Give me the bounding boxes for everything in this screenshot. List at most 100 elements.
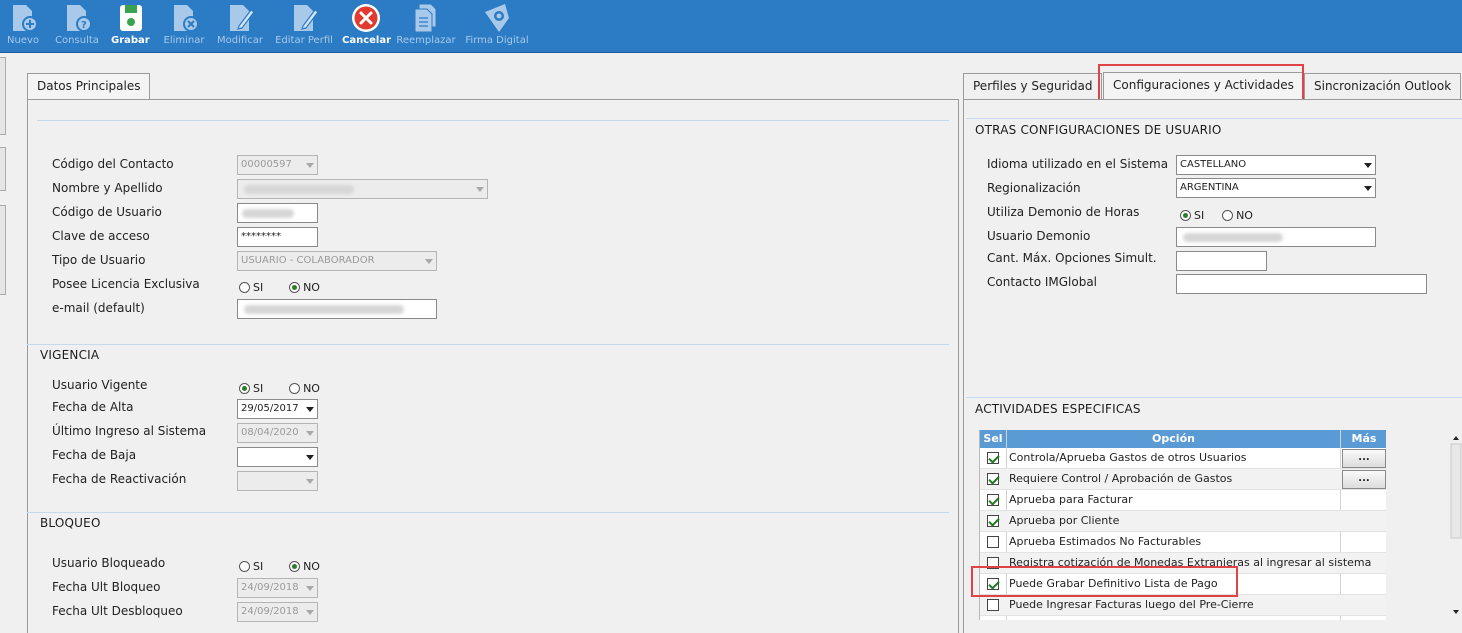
tab-perfiles-seguridad-label: Perfiles y Seguridad xyxy=(973,79,1093,93)
licencia-si-radio[interactable]: SI xyxy=(239,280,263,294)
codigo-contacto-label: Código del Contacto xyxy=(52,157,174,171)
table-row[interactable]: Requiere Control / Aprobación de Gastos.… xyxy=(980,469,1386,490)
email-label: e-mail (default) xyxy=(52,301,145,315)
reemplazar-button[interactable]: Reemplazar xyxy=(396,0,456,53)
editar-perfil-button[interactable]: Editar Perfil xyxy=(272,0,336,53)
usuario-demonio-input[interactable] xyxy=(1176,227,1376,247)
fecha-alta-label: Fecha de Alta xyxy=(52,400,134,414)
highlight-row-box xyxy=(971,566,1238,597)
chevron-down-icon xyxy=(306,586,314,591)
row-option-label: Puede Ingresar Facturas luego del Pre-Ci… xyxy=(1009,598,1254,611)
licencia-exclusiva-radio-group: SI NO xyxy=(239,279,342,294)
bloqueado-no-radio[interactable]: NO xyxy=(289,559,320,573)
nombre-apellido-select[interactable] xyxy=(237,179,488,199)
cant-max-opciones-input[interactable] xyxy=(1176,251,1267,271)
fecha-ult-desbloqueo-date[interactable]: 24/09/2018 xyxy=(237,602,318,622)
table-row[interactable]: Aprueba Estimados No Facturables xyxy=(980,532,1386,553)
regionalizacion-select[interactable]: ARGENTINA xyxy=(1176,178,1376,198)
fecha-ult-desbloqueo-label: Fecha Ult Desbloqueo xyxy=(52,604,183,618)
tab-datos-principales[interactable]: Datos Principales xyxy=(27,73,151,100)
cancelar-button[interactable]: Cancelar xyxy=(342,0,391,53)
nuevo-button[interactable]: Nuevo xyxy=(4,0,42,53)
ultimo-ingreso-value: 08/04/2020 xyxy=(241,427,299,438)
divider-bloqueo xyxy=(27,512,949,513)
idioma-select[interactable]: CASTELLANO xyxy=(1176,155,1376,175)
table-row[interactable]: Puede Ingresar Facturas luego del Pre-Ci… xyxy=(980,595,1386,616)
row-option-label: Requiere Control / Aprobación de Gastos xyxy=(1009,472,1233,485)
query-doc-icon: ? xyxy=(67,5,92,32)
row-more-button[interactable]: ... xyxy=(1342,470,1386,489)
replace-docs-icon xyxy=(414,3,437,33)
tab-perfiles-seguridad[interactable]: Perfiles y Seguridad xyxy=(963,73,1103,99)
fecha-ult-bloqueo-date[interactable]: 24/09/2018 xyxy=(237,578,318,598)
blurred-value xyxy=(244,185,354,194)
fecha-ult-desbloqueo-value: 24/09/2018 xyxy=(241,606,299,617)
grabar-label: Grabar xyxy=(111,35,150,46)
col-mas-header[interactable]: Más xyxy=(1341,430,1386,448)
row-option-label: Aprueba Estimados No Facturables xyxy=(1009,535,1202,548)
vigente-si-radio[interactable]: SI xyxy=(239,381,263,395)
licencia-no-radio[interactable]: NO xyxy=(289,280,320,294)
tab-sincronizacion-outlook[interactable]: Sincronización Outlook xyxy=(1304,73,1462,99)
row-select-checkbox[interactable] xyxy=(987,536,999,548)
idioma-label: Idioma utilizado en el Sistema xyxy=(987,157,1169,171)
row-more-button[interactable]: ... xyxy=(1342,449,1386,468)
table-row[interactable]: Controla/Aprueba Gastos de otros Usuario… xyxy=(980,448,1386,469)
reemplazar-label: Reemplazar xyxy=(396,35,456,46)
row-option-label: Controla/Aprueba Gastos de otros Usuario… xyxy=(1009,451,1247,464)
fecha-alta-date[interactable]: 29/05/2017 xyxy=(237,399,318,419)
delete-doc-icon xyxy=(174,5,199,32)
blurred-value xyxy=(242,209,294,218)
demonio-si-radio[interactable]: SI xyxy=(1180,208,1204,222)
consulta-button[interactable]: ? Consulta xyxy=(54,0,100,53)
ultimo-ingreso-date[interactable]: 08/04/2020 xyxy=(237,423,318,443)
demonio-no-radio[interactable]: NO xyxy=(1222,208,1253,222)
firma-digital-button[interactable]: Firma Digital xyxy=(464,0,530,53)
licencia-exclusiva-label: Posee Licencia Exclusiva xyxy=(52,277,200,291)
codigo-contacto-select[interactable]: 00000597 xyxy=(237,155,318,175)
usuario-vigente-radio-group: SI NO xyxy=(239,380,342,395)
row-select-checkbox[interactable] xyxy=(987,515,999,527)
left-collapsed-strip[interactable] xyxy=(0,55,8,633)
chevron-down-icon xyxy=(306,479,314,484)
tipo-usuario-value: USUARIO - COLABORADOR xyxy=(241,255,375,266)
tipo-usuario-select[interactable]: USUARIO - COLABORADOR xyxy=(237,251,437,271)
row-select-checkbox[interactable] xyxy=(987,494,999,506)
grabar-button[interactable]: Grabar xyxy=(111,0,150,53)
edit-profile-icon xyxy=(294,5,319,31)
chevron-down-icon xyxy=(306,610,314,615)
col-sel-header[interactable]: Sel xyxy=(980,430,1007,448)
demonio-horas-label: Utiliza Demonio de Horas xyxy=(987,205,1140,219)
codigo-usuario-input[interactable] xyxy=(237,203,318,223)
bloqueado-si-radio[interactable]: SI xyxy=(239,559,263,573)
svg-text:?: ? xyxy=(81,20,87,31)
row-select-checkbox[interactable] xyxy=(987,473,999,485)
fecha-baja-date[interactable]: / / xyxy=(237,447,318,467)
contacto-imglobal-input[interactable] xyxy=(1176,274,1427,294)
datos-principales-panel xyxy=(27,99,959,633)
contacto-imglobal-label: Contacto IMGlobal xyxy=(987,275,1098,289)
tab-datos-principales-label: Datos Principales xyxy=(37,79,141,93)
table-row[interactable]: Aprueba por Cliente xyxy=(980,511,1386,532)
codigo-contacto-value: 00000597 xyxy=(241,159,292,170)
table-row[interactable]: Aprueba para Facturar xyxy=(980,490,1386,511)
modificar-button[interactable]: Modificar xyxy=(214,0,266,53)
grid-scrollbar[interactable] xyxy=(1450,430,1462,620)
col-opcion-header[interactable]: Opción xyxy=(1007,430,1341,448)
fecha-alta-value: 29/05/2017 xyxy=(241,403,299,414)
divider-top xyxy=(37,120,949,121)
vigente-no-radio[interactable]: NO xyxy=(289,381,320,395)
eliminar-button[interactable]: Eliminar xyxy=(162,0,206,53)
tipo-usuario-label: Tipo de Usuario xyxy=(52,253,146,267)
email-input[interactable] xyxy=(237,299,437,319)
row-select-checkbox[interactable] xyxy=(987,452,999,464)
fecha-ult-bloqueo-value: 24/09/2018 xyxy=(241,582,299,593)
row-select-checkbox[interactable] xyxy=(987,599,999,611)
cancel-x-icon xyxy=(352,4,380,32)
eliminar-label: Eliminar xyxy=(163,35,205,46)
editar-perfil-label: Editar Perfil xyxy=(275,35,333,46)
new-doc-icon xyxy=(13,5,38,32)
demonio-horas-radio-group: SI NO xyxy=(1180,207,1275,222)
fecha-reactivacion-date[interactable]: / / xyxy=(237,471,318,491)
clave-acceso-input[interactable]: ******** xyxy=(237,227,318,247)
